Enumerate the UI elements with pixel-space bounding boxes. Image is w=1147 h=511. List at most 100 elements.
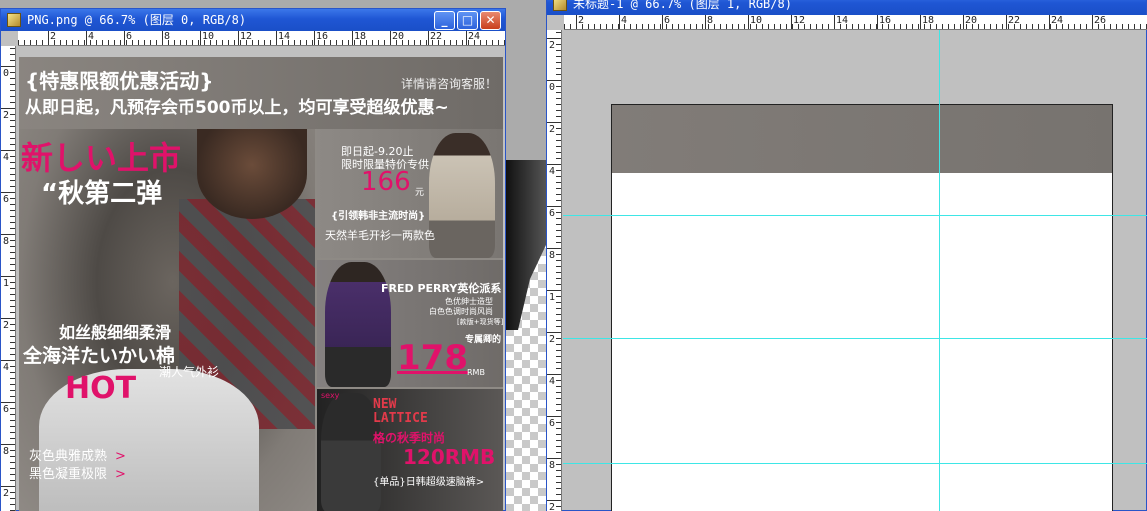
guide-horizontal[interactable] <box>563 215 1147 216</box>
ruler-tick <box>1020 24 1021 29</box>
tide-text: 潮人气外衫 <box>159 365 220 379</box>
vertical-ruler[interactable]: 2 0 2 4 6 8 1 2 4 6 8 2 <box>547 30 562 511</box>
ruler-tick <box>10 300 15 301</box>
ruler-tick <box>556 428 561 429</box>
horizontal-ruler[interactable]: 2 4 6 8 10 12 14 16 18 20 22 24 26 <box>564 15 1147 30</box>
ruler-label: 4 <box>549 166 556 177</box>
ruler-label: 2 <box>578 15 585 26</box>
ruler-major-tick <box>1 444 15 445</box>
photoshop-doc-icon <box>553 0 567 11</box>
ruler-tick <box>1038 24 1039 29</box>
ruler-tick <box>114 40 115 45</box>
ruler-major-tick <box>162 31 163 45</box>
ruler-major-tick <box>619 15 620 29</box>
document-window-png[interactable]: PNG.png @ 66.7% (图层 0, RGB/8) _ □ ✕ 2468… <box>0 8 506 511</box>
document-window-untitled[interactable]: 未标题-1 @ 66.7% (图层 1, RGB/8) 2 4 6 8 10 12 14 16… <box>546 0 1147 511</box>
ruler-tick <box>556 182 561 183</box>
ruler-tick <box>556 98 561 99</box>
ruler-tick <box>678 24 679 29</box>
ruler-tick <box>556 224 561 225</box>
ruler-tick <box>60 40 61 45</box>
ruler-tick <box>10 264 15 265</box>
ruler-label: 8 <box>549 250 556 261</box>
ruler-tick <box>912 24 913 29</box>
ruler-tick <box>852 24 853 29</box>
ruler-tick <box>330 40 331 45</box>
image-canvas[interactable]: {特惠限额优惠活动} 从即日起，凡预存会币500币以上，均可享受超级优惠~ 详情… <box>19 57 503 511</box>
ruler-tick <box>10 492 15 493</box>
ruler-tick <box>1140 24 1141 29</box>
ruler-tick <box>10 414 15 415</box>
ruler-tick <box>732 24 733 29</box>
guide-horizontal[interactable] <box>563 338 1147 339</box>
ruler-tick <box>10 48 15 49</box>
panel3-tag: sexy <box>321 391 340 400</box>
ruler-tick <box>10 432 15 433</box>
ruler-label: 2 <box>549 502 556 511</box>
color-option-black-label: 黑色凝重极限 <box>29 467 108 482</box>
close-button[interactable]: ✕ <box>480 11 501 30</box>
ruler-tick <box>556 308 561 309</box>
ruler-label: 2 <box>549 40 556 51</box>
ruler-tick <box>10 282 15 283</box>
ruler-tick <box>10 468 15 469</box>
ruler-tick <box>1044 24 1045 29</box>
ruler-tick <box>556 476 561 477</box>
ruler-label: 22 <box>430 31 443 42</box>
ruler-tick <box>556 398 561 399</box>
ruler-tick <box>312 40 313 45</box>
right-window-titlebar[interactable]: 未标题-1 @ 66.7% (图层 1, RGB/8) <box>547 0 1146 15</box>
ruler-tick <box>10 96 15 97</box>
ruler-tick <box>10 84 15 85</box>
ruler-tick <box>10 462 15 463</box>
ruler-tick <box>606 24 607 29</box>
ruler-tick <box>498 40 499 45</box>
ruler-tick <box>10 408 15 409</box>
ruler-major-tick <box>920 15 921 29</box>
ruler-tick <box>10 90 15 91</box>
maximize-button[interactable]: □ <box>457 11 478 30</box>
ruler-tick <box>1116 24 1117 29</box>
ruler-major-tick <box>547 122 561 123</box>
ruler-tick <box>450 40 451 45</box>
vertical-ruler[interactable]: 0 2 4 6 8 1 2 4 6 8 2 <box>1 46 16 511</box>
ruler-tick <box>222 40 223 45</box>
ruler-major-tick <box>547 164 561 165</box>
horizontal-ruler[interactable]: 2 4 6 8 10 12 14 16 18 20 22 24 <box>18 31 505 46</box>
ruler-label: 8 <box>549 460 556 471</box>
ruler-tick <box>942 24 943 29</box>
ruler-label: 1 <box>3 278 10 289</box>
ruler-tick <box>720 24 721 29</box>
ruler-label: 8 <box>707 15 714 26</box>
ruler-tick <box>30 40 31 45</box>
ruler-tick <box>10 168 15 169</box>
panel1-price: 166 <box>361 167 411 197</box>
ruler-label: 2 <box>3 488 10 499</box>
ruler-tick <box>556 434 561 435</box>
right-window-title: 未标题-1 @ 66.7% (图层 1, RGB/8) <box>573 0 792 11</box>
ruler-major-tick <box>1006 15 1007 29</box>
ruler-tick <box>762 24 763 29</box>
ruler-tick <box>10 366 15 367</box>
left-window-titlebar[interactable]: PNG.png @ 66.7% (图层 0, RGB/8) <box>1 9 505 31</box>
ruler-tick <box>10 306 15 307</box>
document-canvas[interactable] <box>611 104 1113 511</box>
ruler-major-tick <box>1092 15 1093 29</box>
guide-vertical[interactable] <box>939 30 940 511</box>
ruler-tick <box>10 384 15 385</box>
panel2-exclusive: 专属卿的 <box>465 335 502 345</box>
guide-horizontal[interactable] <box>563 463 1147 464</box>
ruler-label: 18 <box>354 31 367 42</box>
ruler-tick <box>556 92 561 93</box>
minimize-button[interactable]: _ <box>434 11 455 30</box>
ruler-tick <box>556 260 561 261</box>
ruler-tick <box>156 40 157 45</box>
ruler-major-tick <box>1049 15 1050 29</box>
ruler-tick <box>348 40 349 45</box>
ruler-tick <box>10 372 15 373</box>
product-panel-fred-perry: FRED PERRY英伦派系 色优绅士造型 白色色调时尚风尚 [款版+现货等] … <box>317 260 503 387</box>
ruler-label: 2 <box>50 31 57 42</box>
ruler-tick <box>10 210 15 211</box>
ruler-label: 8 <box>3 236 10 247</box>
ruler-major-tick <box>547 290 561 291</box>
